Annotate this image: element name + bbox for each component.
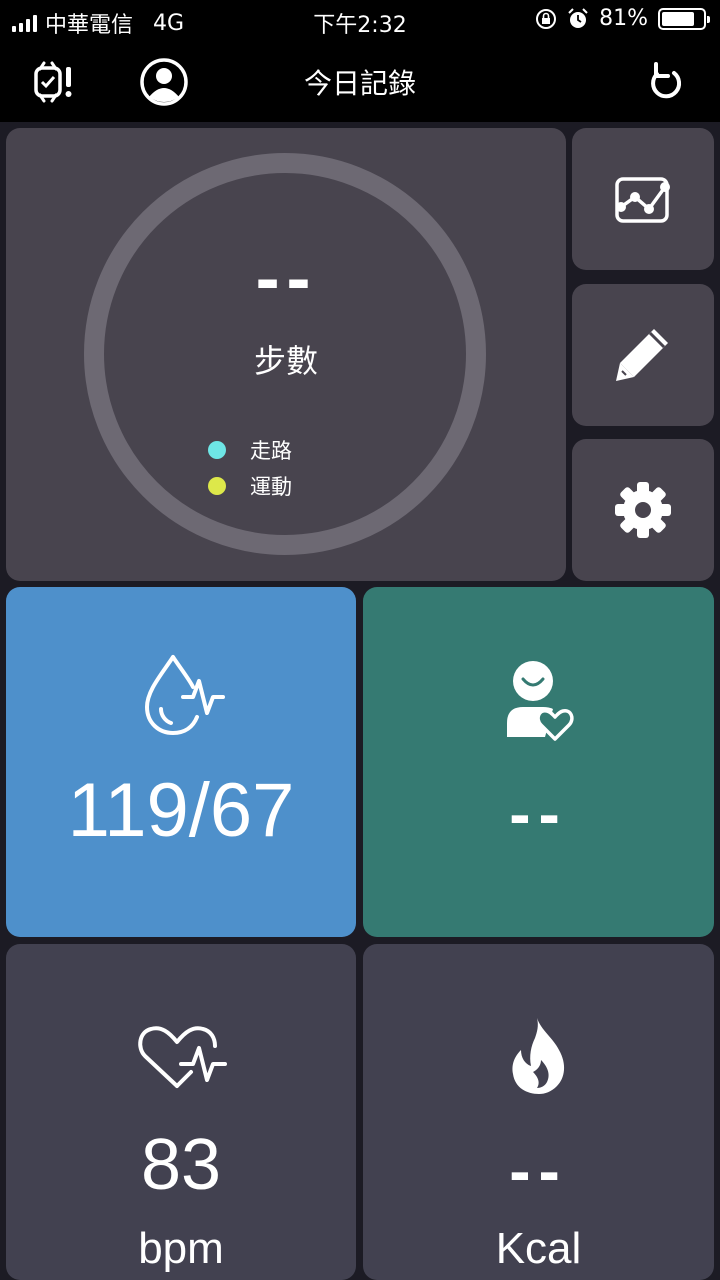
legend-walk-label: 走路 — [250, 439, 292, 463]
blood-pressure-tile[interactable]: 119/67 — [6, 587, 356, 937]
blood-pressure-value: 119/67 — [67, 768, 295, 853]
flame-icon — [363, 1016, 714, 1096]
calories-value: -- — [509, 1135, 568, 1207]
steps-tile[interactable]: -- 步數 走路 運動 — [6, 128, 566, 581]
heart-rate-tile[interactable]: 83 bpm — [6, 944, 356, 1280]
calories-tile[interactable]: -- Kcal — [363, 944, 714, 1280]
status-bar: 中華電信 4G 下午2:32 81% — [0, 0, 720, 40]
alarm-icon — [568, 7, 588, 28]
status-right: 81% — [535, 6, 710, 31]
exercise-dot — [208, 477, 226, 495]
refresh-icon[interactable] — [640, 56, 692, 108]
settings-icon — [615, 482, 671, 538]
page-title: 今日記錄 — [303, 67, 416, 100]
mood-tile[interactable]: -- — [363, 587, 714, 937]
edit-icon — [616, 329, 668, 381]
walk-dot — [208, 441, 226, 459]
chart-icon — [615, 177, 670, 223]
blood-pressure-icon — [6, 651, 356, 737]
nav-bar: 今日記錄 — [0, 40, 720, 122]
battery-percent: 81% — [599, 6, 648, 31]
battery-icon — [658, 7, 710, 30]
steps-value: -- — [255, 246, 317, 316]
legend-exercise: 運動 — [208, 471, 292, 501]
heart-rate-icon — [6, 1024, 356, 1090]
edit-button[interactable] — [572, 284, 714, 426]
legend-exercise-label: 運動 — [250, 475, 292, 499]
chart-button[interactable] — [572, 128, 714, 270]
rotation-lock-icon — [536, 8, 557, 29]
settings-button[interactable] — [572, 439, 714, 581]
mood-value: -- — [509, 778, 568, 850]
calories-unit: Kcal — [495, 1224, 582, 1273]
person-heart-icon — [363, 659, 714, 741]
legend-walk: 走路 — [208, 435, 292, 465]
heart-rate-unit: bpm — [138, 1224, 224, 1273]
heart-rate-value: 83 — [140, 1125, 222, 1205]
steps-label: 步數 — [253, 342, 318, 380]
